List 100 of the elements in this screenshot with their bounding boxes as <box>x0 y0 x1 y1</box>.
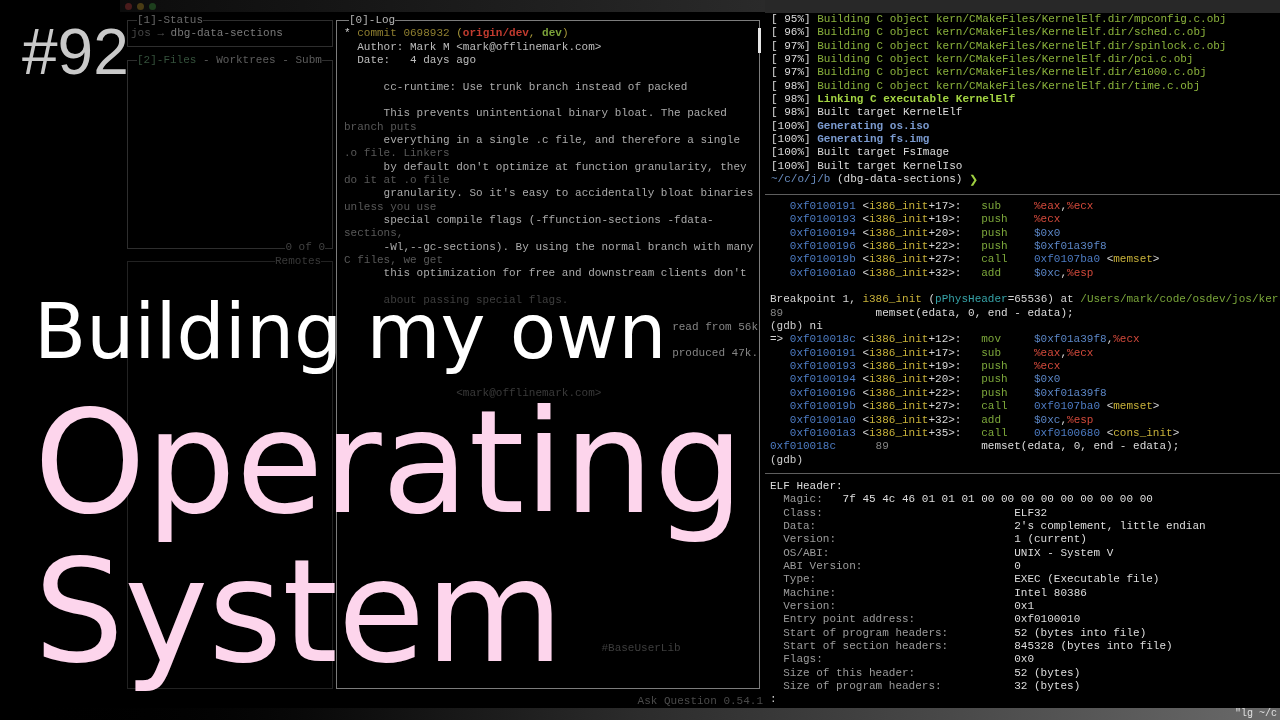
instruction-symbol: <i386_init+32>: <box>862 413 962 427</box>
headline-title-line: System <box>34 542 564 691</box>
instruction-mnemonic: push <box>981 213 1008 227</box>
branch-arrow: → <box>157 27 164 41</box>
instruction-symbol: <i386_init+35>: <box>862 426 962 441</box>
instruction-address: 0xf010019b <box>789 253 856 267</box>
field-value: 32 (bytes) <box>1014 680 1081 694</box>
instruction-operands: $0xf01a39f8,%ecx <box>1034 333 1140 347</box>
commit-message-line: sections, <box>344 227 404 241</box>
build-percent: [ 97%] <box>771 53 811 67</box>
footer-text: Ask Question 0.54.1 <box>637 694 763 708</box>
instruction-mnemonic: call <box>981 253 1008 267</box>
source-code: memset(edata, 0, end - edata); <box>981 440 1180 454</box>
instruction-mnemonic: sub <box>981 200 1002 214</box>
instruction-symbol: <i386_init+17>: <box>862 346 962 361</box>
instruction-operands: 0xf0107ba0 <memset> <box>1034 400 1160 414</box>
branch-name: dbg-data-sections <box>170 27 283 41</box>
source-code: memset(edata, 0, end - edata); <box>875 306 1074 321</box>
field-value: 52 (bytes) <box>1014 666 1081 681</box>
panel-title: [1]-Status <box>137 14 203 28</box>
instruction-mnemonic: push <box>981 226 1008 241</box>
field-value: 2's complement, little endian <box>1014 519 1206 534</box>
commit-message-line: unless you use <box>344 200 437 214</box>
field-label: Class: <box>783 506 823 520</box>
commit-message-line: branch puts <box>344 120 417 134</box>
commit-message-line: this optimization for free and downstream clients don't <box>383 267 747 281</box>
build-message: Built target KernelElf <box>817 106 963 120</box>
instruction-address: 0xf0100193 <box>789 360 856 374</box>
field-label: Magic: <box>783 493 823 507</box>
build-percent: [ 97%] <box>771 39 811 54</box>
instruction-symbol: <i386_init+19>: <box>862 360 962 374</box>
field-label: Machine: <box>783 586 836 600</box>
instruction-symbol: <i386_init+22>: <box>862 240 962 254</box>
prompt-symbol: ❯ <box>969 173 979 187</box>
breakpoint-message: Breakpoint 1, i386_init (pPhysHeader=65536) at /Users/mark/code/osdev/jos/ker <box>770 293 1279 307</box>
commit-message-line: cc-runtime: Use trunk branch instead of packed <box>383 80 688 94</box>
instruction-operands: $0x0 <box>1034 373 1061 387</box>
field-value: 0x0 <box>1014 653 1035 667</box>
line-number: 89 <box>770 306 784 321</box>
commit-message-line: everything in a single .c file, and therefore a single <box>383 133 741 148</box>
build-message: Building C object kern/CMakeFiles/KernelElf.dir/e1000.c.obj <box>817 66 1207 80</box>
build-message: Linking C executable KernelElf <box>817 93 1016 107</box>
instruction-address: 0xf0100196 <box>789 386 856 401</box>
panel-tab[interactable]: - Subm <box>282 53 322 67</box>
instruction-operands: $0xc,%esp <box>1034 266 1094 281</box>
gdb-prompt: (gdb) <box>770 453 803 467</box>
build-percent: [ 96%] <box>771 26 811 40</box>
build-message: Building C object kern/CMakeFiles/KernelElf.dir/spinlock.c.obj <box>817 39 1227 54</box>
commit-message-line: .o file. Linkers <box>344 147 450 161</box>
instruction-operands: %eax,%ecx <box>1034 200 1094 214</box>
instruction-address: 0xf01001a3 <box>789 426 856 441</box>
instruction-address: 0xf010018c <box>789 333 856 347</box>
instruction-symbol: <i386_init+20>: <box>862 373 962 387</box>
build-percent: [ 95%] <box>771 13 811 27</box>
field-value: 1 (current) <box>1014 533 1087 547</box>
build-message: Building C object kern/CMakeFiles/KernelElf.dir/pci.c.obj <box>817 53 1194 67</box>
field-label: Start of program headers: <box>783 626 949 640</box>
zoom-button[interactable] <box>149 2 156 10</box>
instruction-address: 0xf0100191 <box>789 346 856 361</box>
panel-tab[interactable]: - Worktrees <box>203 53 276 67</box>
field-label: ABI Version: <box>783 559 863 574</box>
pager-prompt: : <box>770 693 777 707</box>
minimize-button[interactable] <box>137 2 144 10</box>
field-label: OS/ABI: <box>783 546 830 560</box>
field-label: Size of this header: <box>783 666 916 681</box>
build-percent: [100%] <box>771 133 811 147</box>
line-number: 89 <box>875 440 889 454</box>
panel-tab[interactable]: [2]-Files <box>137 53 197 67</box>
commit-message-line: by default don't optimize at function granularity, they <box>383 160 747 174</box>
field-label: Data: <box>783 519 817 534</box>
instruction-mnemonic: push <box>981 386 1008 401</box>
close-button[interactable] <box>125 2 132 10</box>
instruction-operands: %ecx <box>1034 213 1061 227</box>
repo-name: jos <box>131 27 151 41</box>
commit-message-line: -Wl,--gc-sections). By using the normal branch with many <box>383 240 754 254</box>
instruction-mnemonic: sub <box>981 346 1002 361</box>
instruction-symbol: <i386_init+20>: <box>862 226 962 241</box>
instruction-address: 0xf0100193 <box>789 213 856 227</box>
scrollbar-thumb[interactable] <box>758 28 761 54</box>
field-value: 0x1 <box>1014 599 1035 614</box>
instruction-symbol: <i386_init+12>: <box>862 333 962 347</box>
prompt-path: ~/c/o/j/b <box>771 173 831 187</box>
instruction-operands: %ecx <box>1034 360 1061 374</box>
field-label: Size of program headers: <box>783 680 942 694</box>
field-value: 0 <box>1014 559 1021 574</box>
instruction-mnemonic: call <box>981 426 1008 441</box>
build-message: Built target FsImage <box>817 146 950 160</box>
field-value: Intel 80386 <box>1014 586 1087 600</box>
build-message: Building C object kern/CMakeFiles/KernelElf.dir/time.c.obj <box>817 79 1201 94</box>
commit-message-line: about passing special flags. <box>383 293 569 308</box>
instruction-operands: $0xf01a39f8 <box>1034 386 1107 401</box>
commit-meta: Author: Mark M <mark@offlinemark.com> <box>357 40 602 54</box>
instruction-operands: 0xf0100680 <cons_init> <box>1034 426 1180 441</box>
commit-message-line: special compile flags (-ffunction-sections -fdata- <box>383 213 714 228</box>
current-line-marker: => <box>770 333 784 347</box>
field-label: Version: <box>783 533 836 547</box>
field-value: ELF32 <box>1014 506 1048 520</box>
instruction-address: 0xf0100191 <box>789 200 856 214</box>
instruction-symbol: <i386_init+17>: <box>862 200 962 214</box>
field-label: Start of section headers: <box>783 640 949 654</box>
